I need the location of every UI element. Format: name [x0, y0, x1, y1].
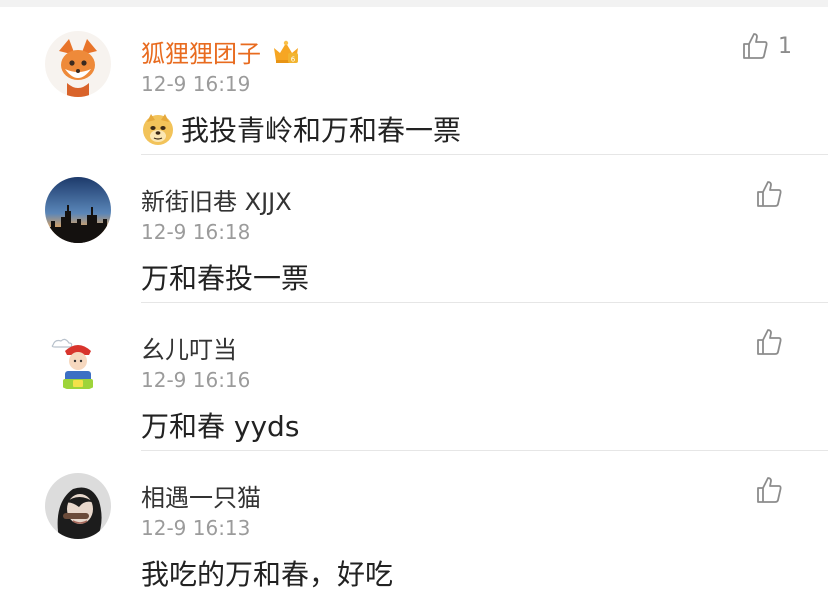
- comment-item[interactable]: 相遇一只猫 12-9 16:13 我吃的万和春，好吃: [0, 451, 828, 599]
- comment-list: 狐狸狸团子 6 12-9 16:19 我投青岭和万和春一票 1 新街旧巷 XJJ…: [0, 7, 828, 599]
- comment-item[interactable]: 狐狸狸团子 6 12-9 16:19 我投青岭和万和春一票 1: [0, 7, 828, 155]
- user-name[interactable]: 相遇一只猫: [141, 478, 261, 513]
- comment-time: 12-9 16:16: [141, 368, 251, 392]
- thumbs-up-icon: [757, 181, 782, 207]
- photo-avatar-icon: [45, 473, 111, 539]
- avatar[interactable]: [45, 473, 111, 539]
- avatar[interactable]: [45, 325, 111, 391]
- like-button[interactable]: [754, 327, 792, 357]
- doge-emoji-icon: [141, 112, 175, 146]
- comment-text: 我吃的万和春，好吃: [141, 558, 394, 591]
- user-name[interactable]: 幺儿叮当: [141, 330, 237, 365]
- comment-item[interactable]: 幺儿叮当 12-9 16:16 万和春 yyds: [0, 303, 828, 451]
- thumbs-up-icon: [743, 33, 768, 59]
- like-button[interactable]: 1: [740, 31, 792, 61]
- cartoon-avatar-icon: [45, 325, 111, 391]
- svg-text:6: 6: [291, 55, 296, 63]
- avatar[interactable]: [45, 31, 111, 97]
- like-button[interactable]: [754, 475, 792, 505]
- like-button[interactable]: [754, 179, 792, 209]
- thumbs-up-icon: [757, 477, 782, 503]
- like-count: 1: [778, 33, 792, 59]
- comment-item[interactable]: 新街旧巷 XJJX 12-9 16:18 万和春投一票: [0, 155, 828, 303]
- city-skyline-avatar-icon: [45, 177, 111, 243]
- user-name[interactable]: 新街旧巷 XJJX: [141, 182, 292, 217]
- thumbs-up-icon: [757, 329, 782, 355]
- crown-badge-icon: 6: [271, 37, 301, 67]
- avatar[interactable]: [45, 177, 111, 243]
- comment-text: 万和春 yyds: [141, 410, 300, 443]
- comment-time: 12-9 16:18: [141, 220, 251, 244]
- user-name[interactable]: 狐狸狸团子 6: [141, 34, 301, 69]
- comment-time: 12-9 16:13: [141, 516, 251, 540]
- fox-avatar-icon: [45, 31, 111, 97]
- comment-text: 我投青岭和万和春一票: [141, 109, 461, 149]
- comment-text: 万和春投一票: [141, 262, 310, 295]
- comment-time: 12-9 16:19: [141, 72, 251, 96]
